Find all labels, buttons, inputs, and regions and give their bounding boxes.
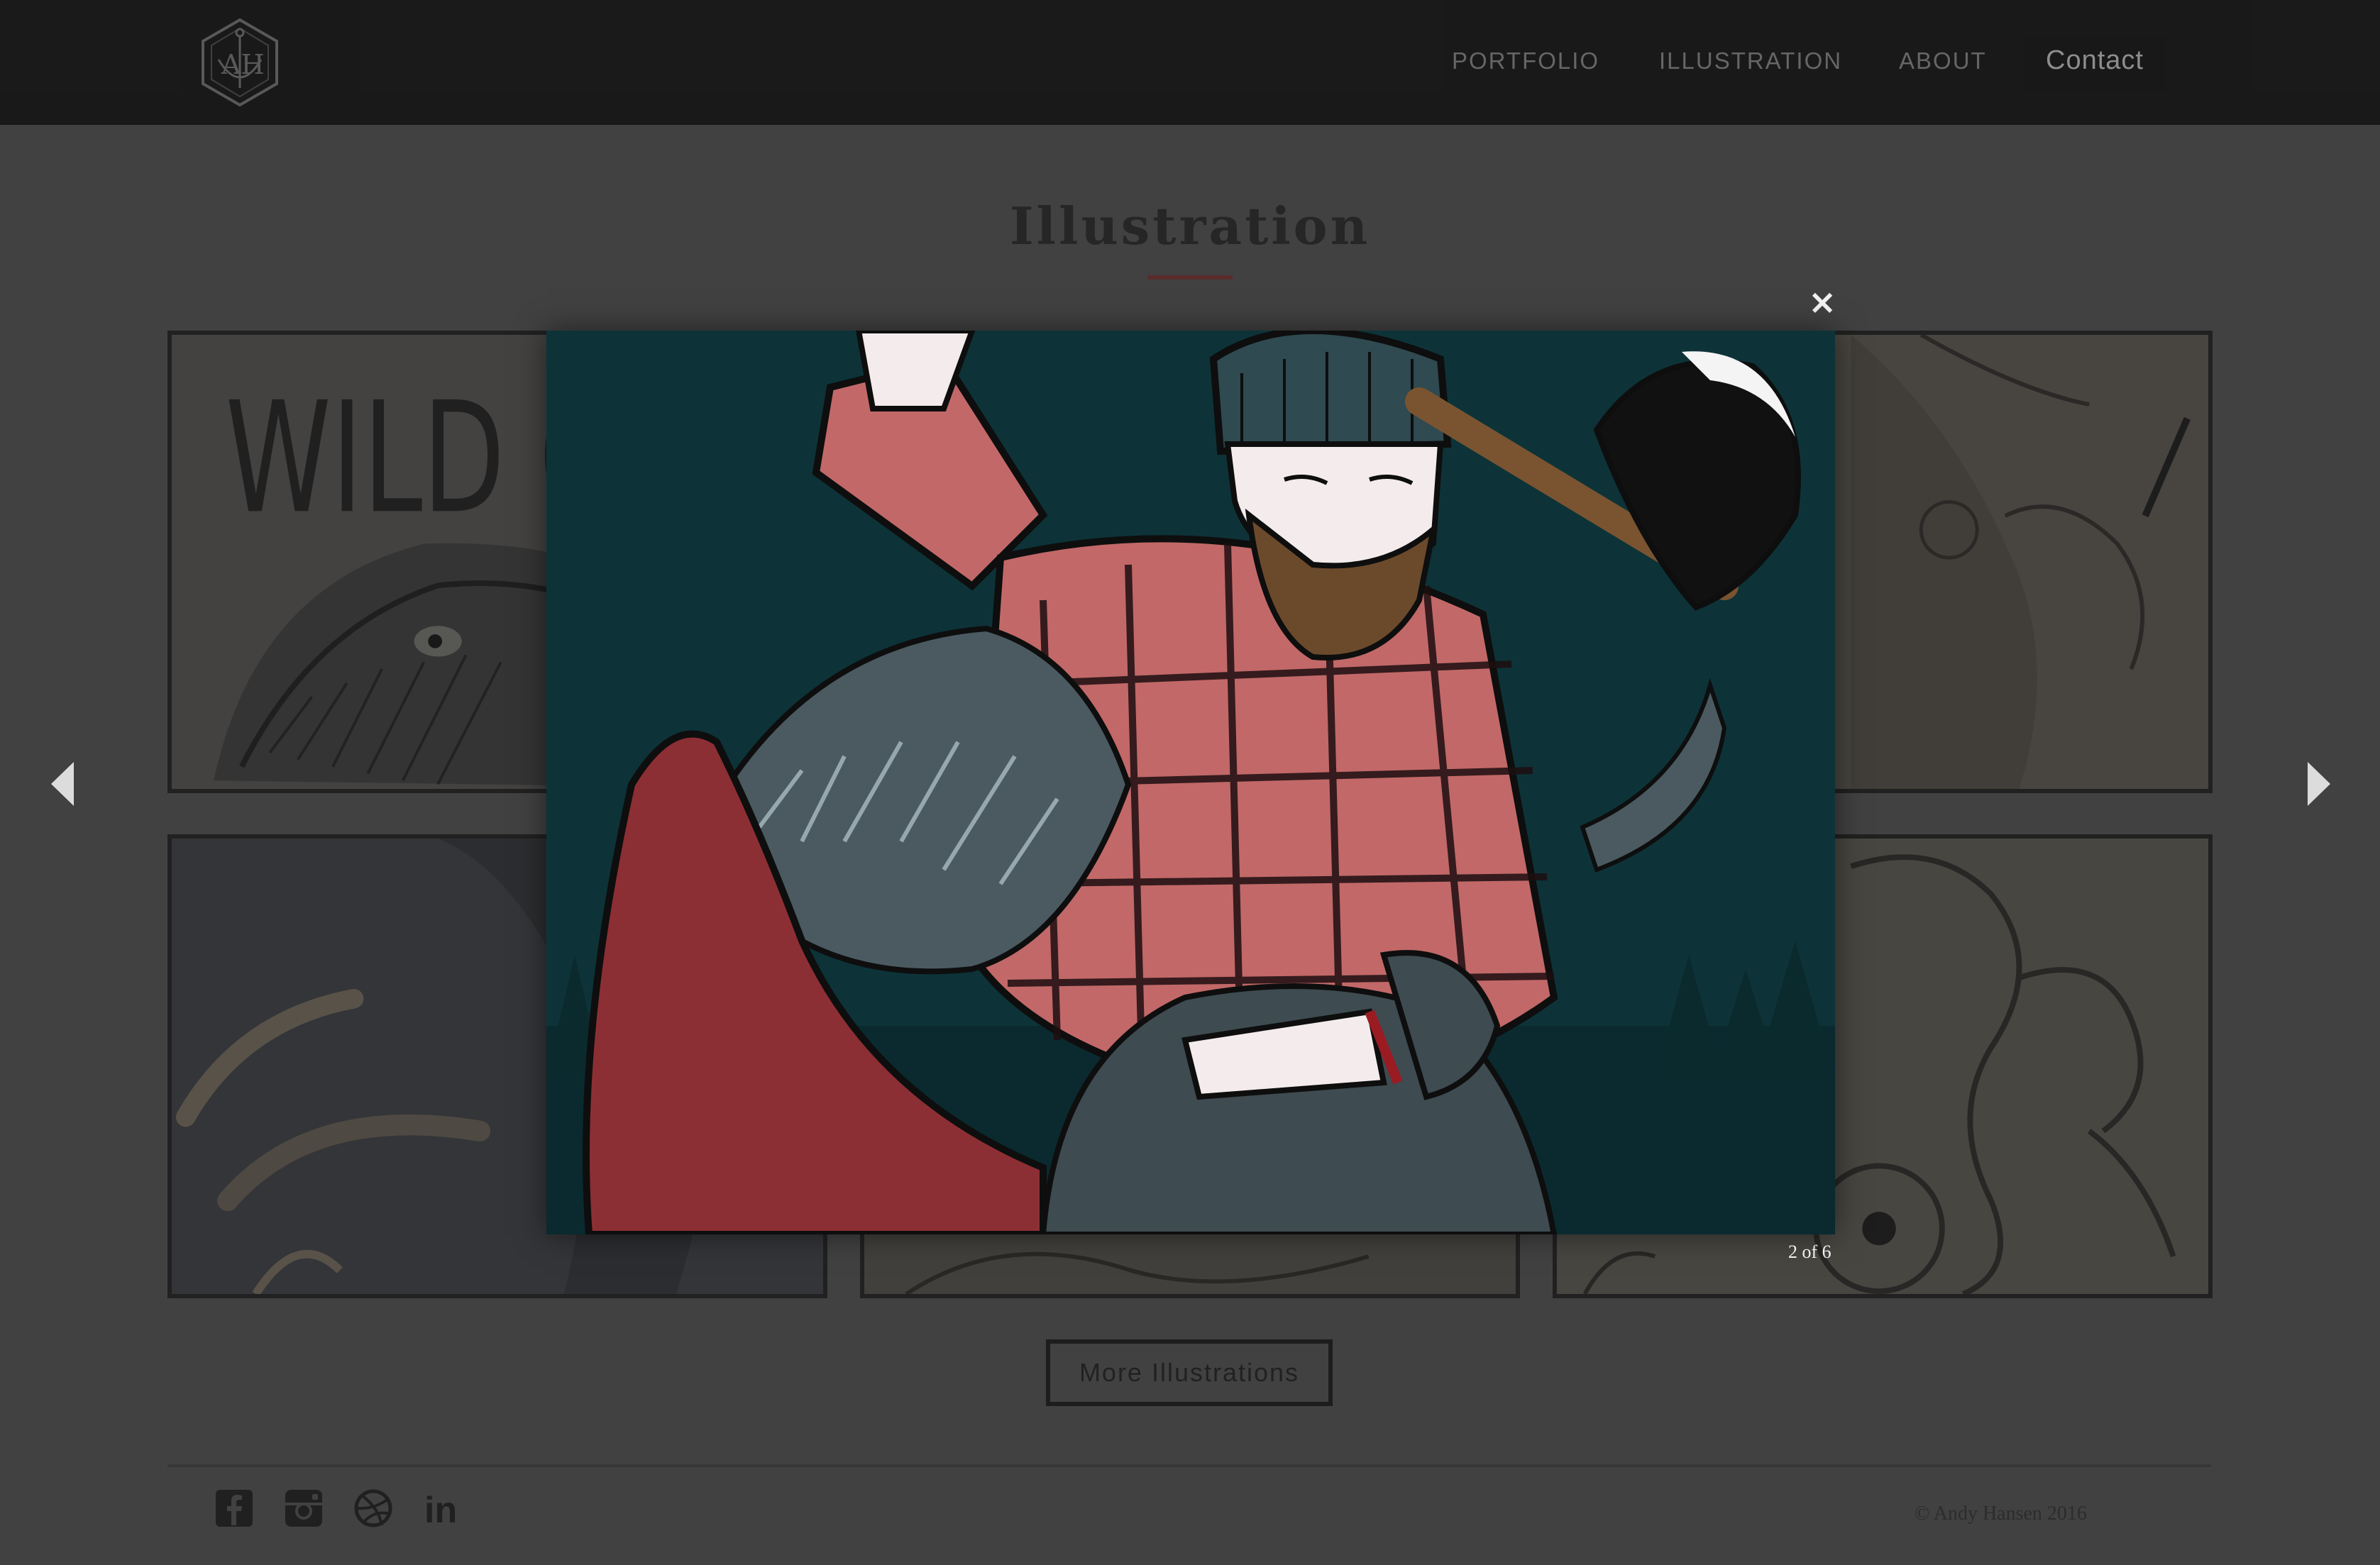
lightbox-counter: 2 of 6 (1788, 1242, 1831, 1262)
lumberjack-illustration (546, 331, 1835, 1234)
lightbox-image-frame (546, 331, 1835, 1234)
next-arrow-icon[interactable] (2305, 759, 2333, 809)
previous-arrow-icon[interactable] (48, 759, 77, 809)
close-lightbox-button[interactable]: × (1808, 285, 1836, 319)
